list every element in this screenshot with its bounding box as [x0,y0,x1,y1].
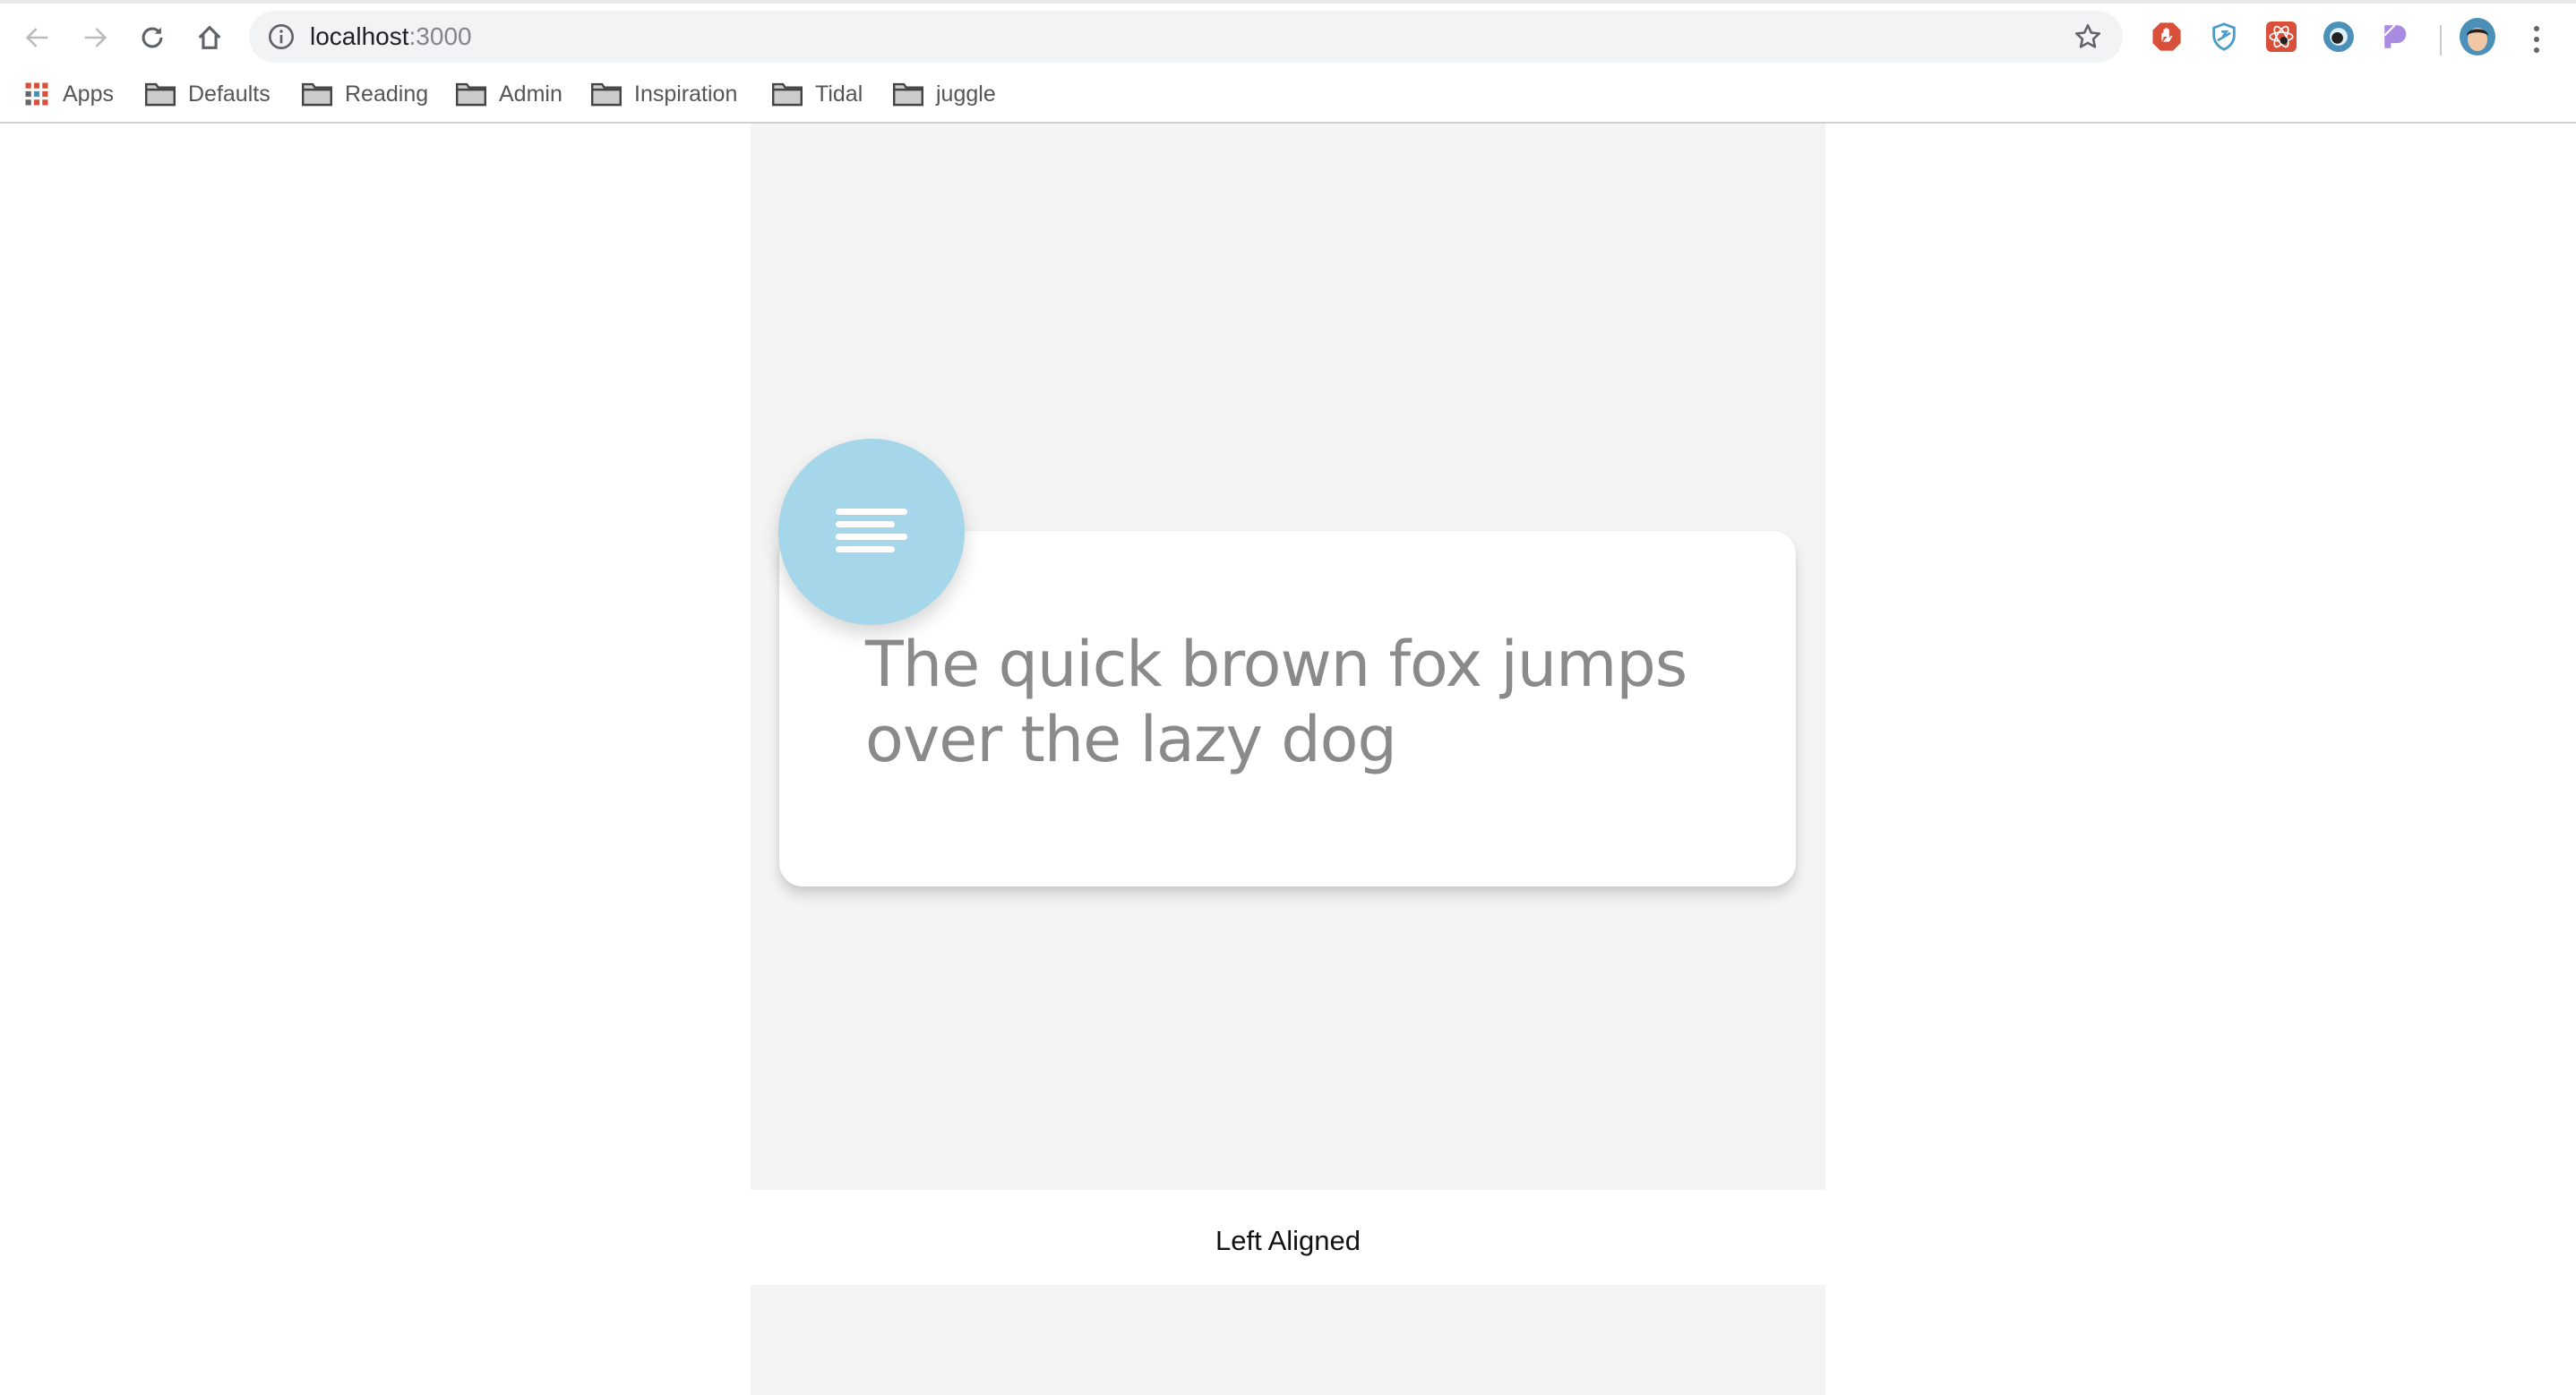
toolbar-separator [2440,25,2442,56]
react-devtools-extension-icon[interactable] [2266,21,2297,52]
back-button[interactable] [16,16,59,59]
align-left-icon-line [836,546,895,552]
align-left-icon-line [836,521,895,527]
browser-toolbar: localhost:3000 [0,4,2576,66]
forward-button[interactable] [73,16,116,59]
bookmark-label: juggle [936,81,996,107]
bookmarks-bar: Apps Defaults Reading Admin Inspiration … [0,66,2576,124]
align-left-icon-line [836,534,907,540]
folder-icon [302,82,332,107]
bookmark-inspiration[interactable]: Inspiration [591,77,737,111]
bookmark-juggle[interactable]: juggle [893,77,996,111]
reload-button[interactable] [131,16,174,59]
folder-icon [772,82,803,107]
bookmark-defaults[interactable]: Defaults [145,77,270,111]
bookmark-tidal[interactable]: Tidal [772,77,863,111]
url-port: :3000 [408,22,472,50]
align-button[interactable] [778,439,965,625]
folder-icon [893,82,923,107]
card-text: The quick brown fox jumps over the lazy … [865,628,1687,776]
home-button[interactable] [188,16,231,59]
url-text[interactable]: localhost:3000 [310,20,472,54]
more-menu-icon[interactable] [2528,23,2546,56]
folder-icon [456,82,486,107]
info-icon[interactable] [267,22,296,51]
bookmark-label: Tidal [815,81,863,107]
demo-caption: Left Aligned [1215,1225,1361,1256]
folder-icon [591,82,622,107]
bookmark-label: Reading [345,81,429,107]
adblock-extension-icon[interactable] [2151,21,2182,52]
bookmark-admin[interactable]: Admin [456,77,562,111]
bookmark-label: Apps [63,81,114,107]
folder-icon [145,82,176,107]
back-icon [25,28,48,47]
align-left-icon [836,509,907,515]
shield-extension-icon[interactable] [2209,21,2239,52]
bookmark-star-icon[interactable] [2073,21,2103,52]
next-demo-panel [751,1285,1825,1395]
eye-extension-icon[interactable] [2323,21,2354,52]
profile-avatar[interactable] [2460,18,2495,56]
bookmark-reading[interactable]: Reading [302,77,428,111]
forward-icon [84,28,107,47]
purple-extension-icon[interactable] [2381,21,2411,52]
address-bar[interactable]: localhost:3000 [249,11,2123,63]
apps-grid-icon [25,82,48,106]
bookmark-label: Admin [499,81,562,107]
bookmark-apps[interactable]: Apps [23,77,114,111]
reload-icon [142,27,163,48]
bookmark-label: Defaults [188,81,270,107]
bookmark-label: Inspiration [634,81,738,107]
url-host: localhost [310,22,409,50]
home-icon [198,25,221,49]
